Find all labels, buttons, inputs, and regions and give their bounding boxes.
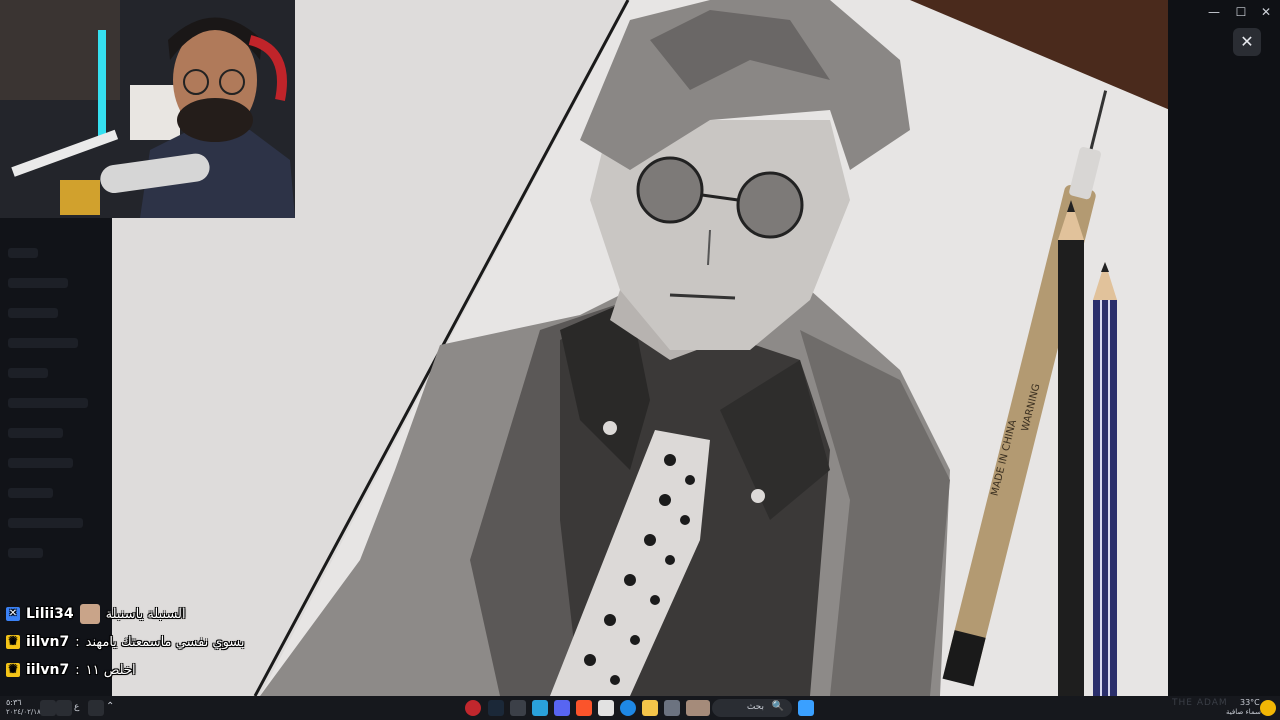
ghost-row	[8, 308, 58, 318]
chat-message: ♛ iilvn7 : اخلص ١١	[6, 656, 306, 684]
ghost-row	[8, 548, 43, 558]
window-close-button[interactable]: ✕	[1258, 4, 1274, 20]
chat-message-text: السنبلة ياسنبلة	[105, 606, 186, 622]
chat-message: ♛ iilvn7 : بسوي نفسي ماسمعتك يامهند	[6, 628, 306, 656]
language-indicator[interactable]: ع	[74, 702, 79, 712]
search-label: بحث	[746, 702, 764, 712]
minimize-button[interactable]: —	[1206, 4, 1222, 20]
windows-start-icon[interactable]	[798, 700, 814, 716]
weather-description[interactable]: سماء صافية	[1226, 708, 1261, 716]
chat-username: Lilii34	[26, 606, 74, 622]
taskbar-search[interactable]: بحث 🔍	[712, 699, 792, 717]
chat-message: ✕ Lilii34 السنبلة ياسنبلة	[6, 600, 306, 628]
chat-separator: :	[75, 662, 80, 678]
image-app-icon[interactable]	[598, 700, 614, 716]
tray-chevron-icon[interactable]: ⌃	[106, 701, 114, 712]
webcam-feed	[0, 0, 295, 218]
ghost-row	[8, 248, 38, 258]
overlay-close-button[interactable]: ✕	[1233, 28, 1261, 56]
ghost-row	[8, 278, 68, 288]
ghost-row	[8, 518, 83, 528]
discord-icon[interactable]	[554, 700, 570, 716]
weather-sun-icon[interactable]	[1260, 700, 1276, 716]
edge-browser-icon[interactable]	[620, 700, 636, 716]
ghost-row	[8, 458, 73, 468]
ghost-row	[8, 338, 78, 348]
chat-overlay: ✕ Lilii34 السنبلة ياسنبلة ♛ iilvn7 : بسو…	[6, 600, 306, 684]
notification-icon[interactable]	[40, 700, 56, 716]
widgets-icon[interactable]	[686, 700, 710, 716]
watermark-text: THE ADAM	[1172, 698, 1228, 708]
streamer-camera-image	[0, 0, 295, 218]
taskbar: ٥:٣٦ ٢٠٢٤/٠٢/١٨ ع ⌃ بحث 🔍 THE ADAM 33°C …	[0, 696, 1280, 720]
kick-icon: ✕	[6, 607, 20, 621]
weather-temp[interactable]: 33°C	[1240, 698, 1260, 707]
ghost-row	[8, 398, 88, 408]
clock-time[interactable]: ٥:٣٦	[6, 698, 22, 707]
crown-icon: ♛	[6, 663, 20, 677]
wifi-icon[interactable]	[56, 700, 72, 716]
crown-icon: ♛	[6, 635, 20, 649]
search-icon: 🔍	[771, 701, 784, 712]
telegram-icon[interactable]	[532, 700, 548, 716]
chat-message-text: بسوي نفسي ماسمعتك يامهند	[85, 634, 245, 650]
ghost-row	[8, 368, 48, 378]
app-window-icon[interactable]	[664, 700, 680, 716]
ghost-row	[8, 428, 63, 438]
steam-icon[interactable]	[488, 700, 504, 716]
record-app-icon[interactable]	[465, 700, 481, 716]
chat-username: iilvn7	[26, 634, 70, 650]
right-side-panel	[1168, 0, 1280, 696]
xbox-app-icon[interactable]	[510, 700, 526, 716]
volume-icon[interactable]	[88, 700, 104, 716]
chat-message-text: اخلص ١١	[85, 662, 136, 678]
user-avatar	[79, 604, 100, 624]
brave-browser-icon[interactable]	[576, 700, 592, 716]
chat-separator: :	[75, 634, 80, 650]
file-explorer-icon[interactable]	[642, 700, 658, 716]
ghost-row	[8, 488, 53, 498]
chat-username: iilvn7	[26, 662, 70, 678]
maximize-button[interactable]: ☐	[1233, 4, 1249, 20]
clock-date[interactable]: ٢٠٢٤/٠٢/١٨	[6, 708, 41, 716]
